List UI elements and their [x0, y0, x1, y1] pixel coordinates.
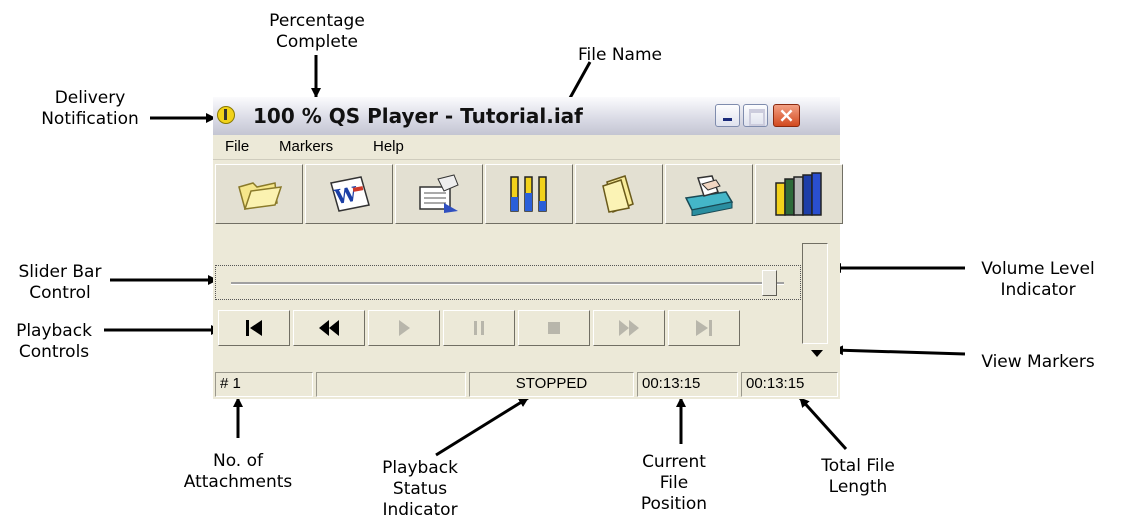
stop-button[interactable] [518, 310, 590, 346]
slider-thumb[interactable] [762, 270, 777, 296]
play-button[interactable] [368, 310, 440, 346]
playback-status: STOPPED [469, 372, 634, 397]
volume-level-indicator[interactable] [802, 243, 828, 344]
folder-icon [602, 175, 634, 214]
toolbar-word-button[interactable]: W [305, 164, 393, 224]
menu-markers[interactable]: Markers [279, 138, 333, 155]
label-file-name: File Name [577, 45, 662, 65]
rewind-button[interactable] [293, 310, 365, 346]
toolbar-open-button[interactable] [215, 164, 303, 224]
toolbar-levels-button[interactable] [485, 164, 573, 224]
rewind-icon [319, 320, 339, 336]
skip-to-end-button[interactable] [668, 310, 740, 346]
word-document-icon: W [330, 176, 370, 212]
window-title: 100 % QS Player - Tutorial.iaf [253, 104, 583, 128]
attachments-count: # 1 [215, 372, 313, 397]
label-percentage-complete: Percentage Complete [269, 11, 365, 52]
skip-to-end-icon [696, 320, 712, 336]
minimize-button[interactable] [715, 104, 740, 127]
stop-icon [548, 322, 560, 334]
label-current-file-position: Current File Position [640, 452, 708, 514]
menu-file[interactable]: File [225, 138, 249, 155]
slider-track [231, 282, 784, 285]
status-empty-panel [316, 372, 466, 397]
play-icon [399, 320, 410, 336]
toolbar: W [213, 162, 843, 228]
view-markers-arrow-icon[interactable] [811, 350, 823, 357]
qs-player-window: 100 % QS Player - Tutorial.iaf × File Ma… [213, 97, 843, 399]
close-button[interactable]: × [773, 104, 800, 127]
pause-button[interactable] [443, 310, 515, 346]
menu-help[interactable]: Help [373, 138, 404, 155]
label-playback-status-indicator: Playback Status Indicator [382, 458, 458, 520]
fast-forward-button[interactable] [593, 310, 665, 346]
maximize-button[interactable] [743, 104, 768, 127]
hand-tray-icon [684, 175, 734, 216]
menu-bar: File Markers Help [213, 135, 840, 160]
label-slider-bar-control: Slider Bar Control [18, 262, 102, 303]
toolbar-tray-button[interactable] [665, 164, 753, 224]
toolbar-library-button[interactable] [755, 164, 843, 224]
skip-to-start-button[interactable] [218, 310, 290, 346]
total-length: 00:13:15 [741, 372, 838, 397]
level-bars-icon [510, 176, 547, 212]
toolbar-folder-button[interactable] [575, 164, 663, 224]
skip-to-start-icon [246, 320, 262, 336]
toolbar-edit-notes-button[interactable] [395, 164, 483, 224]
label-view-markers: View Markers [981, 352, 1095, 372]
label-delivery-notification: Delivery Notification [41, 88, 139, 129]
label-no-of-attachments: No. of Attachments [183, 451, 293, 492]
label-volume-level-indicator: Volume Level Indicator [981, 259, 1095, 300]
notepad-edit-icon [419, 174, 459, 213]
slider-bar-control[interactable] [215, 265, 801, 300]
svg-text:W: W [332, 182, 360, 210]
fast-forward-icon [619, 320, 639, 336]
title-bar[interactable]: 100 % QS Player - Tutorial.iaf × [213, 97, 840, 135]
label-playback-controls: Playback Controls [16, 321, 92, 362]
app-notification-icon [217, 106, 235, 124]
pause-icon [474, 321, 484, 335]
current-position: 00:13:15 [637, 372, 738, 397]
open-folder-icon [238, 182, 283, 210]
label-total-file-length: Total File Length [821, 456, 895, 497]
books-icon [775, 172, 822, 216]
